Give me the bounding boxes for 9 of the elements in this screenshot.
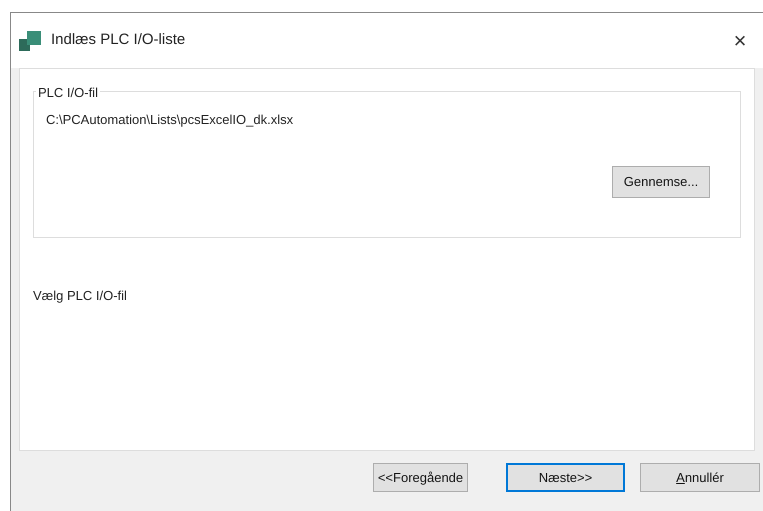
cancel-button[interactable]: Annullér: [640, 463, 760, 492]
next-button[interactable]: Næste>>: [506, 463, 625, 492]
app-icon: [19, 30, 43, 52]
close-button[interactable]: ×: [717, 23, 763, 58]
file-path: C:\PCAutomation\Lists\pcsExcelIO_dk.xlsx: [46, 112, 294, 127]
browse-button[interactable]: Gennemse...: [612, 166, 710, 198]
status-text: Vælg PLC I/O-fil: [33, 288, 127, 303]
back-button[interactable]: <<Foregående: [373, 463, 468, 492]
window-title: Indlæs PLC I/O-liste: [51, 30, 186, 50]
